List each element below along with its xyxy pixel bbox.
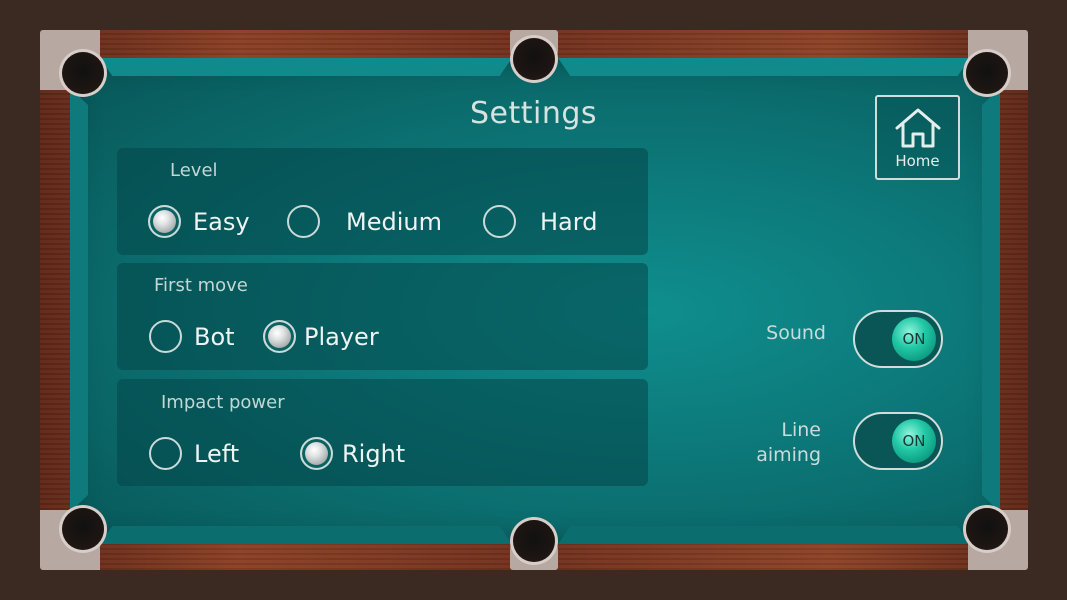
level-option-hard[interactable]: Hard bbox=[483, 205, 597, 238]
impact-power-label: Impact power bbox=[161, 392, 285, 413]
home-icon bbox=[895, 108, 940, 147]
pocket bbox=[966, 52, 1008, 94]
home-label: Home bbox=[895, 151, 940, 170]
radio-medium[interactable] bbox=[287, 205, 320, 238]
first-move-option-bot[interactable]: Bot bbox=[149, 320, 235, 353]
line-aiming-toggle[interactable]: ON bbox=[853, 412, 943, 470]
toggle-state: ON bbox=[902, 330, 926, 348]
first-move-option-player[interactable]: Player bbox=[263, 320, 379, 353]
radio-hard[interactable] bbox=[483, 205, 516, 238]
cushion bbox=[100, 58, 512, 76]
option-label: Right bbox=[342, 439, 406, 468]
pocket bbox=[62, 52, 104, 94]
first-move-label: First move bbox=[154, 275, 248, 296]
impact-option-right[interactable]: Right bbox=[300, 437, 405, 470]
option-label: Easy bbox=[193, 207, 250, 236]
toggle-knob: ON bbox=[892, 317, 936, 361]
toggle-state: ON bbox=[902, 432, 926, 450]
option-label: Left bbox=[194, 439, 240, 468]
line-aiming-label: Line aiming bbox=[740, 418, 821, 468]
level-option-easy[interactable]: Easy bbox=[148, 205, 250, 238]
radio-easy[interactable] bbox=[148, 205, 181, 238]
line-aiming-label-line2: aiming bbox=[756, 444, 821, 466]
radio-bot[interactable] bbox=[149, 320, 182, 353]
pocket bbox=[513, 520, 555, 562]
option-label: Bot bbox=[194, 322, 235, 351]
option-label: Medium bbox=[346, 207, 442, 236]
toggle-knob: ON bbox=[892, 419, 936, 463]
impact-power-panel: Impact power Left Right bbox=[117, 379, 648, 486]
option-label: Hard bbox=[540, 207, 598, 236]
radio-left[interactable] bbox=[149, 437, 182, 470]
home-button[interactable]: Home bbox=[875, 95, 960, 180]
pocket bbox=[966, 508, 1008, 550]
level-label: Level bbox=[170, 160, 218, 181]
cushion bbox=[558, 526, 970, 544]
option-label: Player bbox=[304, 322, 379, 351]
pocket bbox=[62, 508, 104, 550]
pocket bbox=[513, 38, 555, 80]
impact-option-left[interactable]: Left bbox=[149, 437, 239, 470]
cushion bbox=[558, 58, 970, 76]
sound-label: Sound bbox=[766, 322, 826, 344]
first-move-panel: First move Bot Player bbox=[117, 263, 648, 370]
level-panel: Level Easy Medium Hard bbox=[117, 148, 648, 255]
cushion bbox=[982, 88, 1000, 512]
line-aiming-label-line1: Line bbox=[781, 419, 821, 441]
sound-toggle[interactable]: ON bbox=[853, 310, 943, 368]
level-option-medium[interactable]: Medium bbox=[287, 205, 442, 238]
cushion bbox=[70, 88, 88, 512]
radio-right[interactable] bbox=[300, 437, 333, 470]
cushion bbox=[100, 526, 512, 544]
radio-player[interactable] bbox=[263, 320, 296, 353]
